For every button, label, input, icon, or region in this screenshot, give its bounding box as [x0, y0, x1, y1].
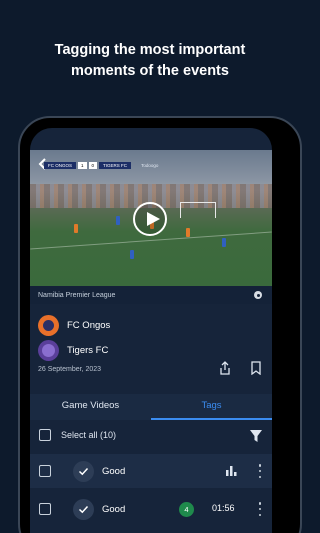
scoreboard-home-team: FC ONGOS — [44, 161, 77, 169]
scoreboard-away-team: TIGERS FC — [99, 161, 132, 169]
checkmark-icon — [73, 460, 94, 482]
league-row: Namibia Premier League — [30, 286, 272, 304]
tab-bar: Game Videos Tags — [30, 394, 272, 420]
match-teams: FC Ongos Tigers FC — [38, 314, 110, 364]
select-all-checkbox[interactable] — [39, 429, 51, 441]
tab-game-videos[interactable]: Game Videos — [30, 394, 151, 420]
more-vertical-icon[interactable] — [258, 464, 262, 478]
play-button[interactable] — [133, 202, 167, 236]
checkmark-icon — [73, 498, 94, 520]
select-all-label: Select all (10) — [61, 430, 117, 440]
select-all-row[interactable]: Select all (10) — [30, 420, 272, 450]
bookmark-icon[interactable] — [249, 361, 263, 376]
tag-label: Good — [102, 503, 126, 515]
headline-line-2: moments of the events — [71, 63, 229, 79]
item-checkbox[interactable] — [39, 503, 51, 515]
scoreboard-extra: Todoogo — [141, 162, 159, 168]
away-team-name: Tigers FC — [67, 344, 109, 356]
app-screen: FC ONGOS 1 0 TIGERS FC Todoogo Namibia P… — [30, 128, 272, 533]
soccer-ball-icon — [254, 291, 262, 299]
tag-count-badge: 4 — [179, 502, 194, 517]
scoreboard-away-score: 0 — [88, 161, 98, 169]
scoreboard-overlay: FC ONGOS 1 0 TIGERS FC Todoogo — [44, 160, 158, 170]
away-team-row: Tigers FC — [38, 339, 110, 361]
tab-tags[interactable]: Tags — [151, 394, 272, 420]
filter-icon[interactable] — [250, 430, 262, 442]
list-item[interactable]: Good 4 01:56 — [30, 492, 272, 526]
list-item[interactable]: Good — [30, 454, 272, 488]
player — [74, 224, 78, 233]
scoreboard-home-score: 1 — [78, 161, 87, 169]
goal-post — [180, 202, 216, 218]
match-date: 26 September, 2023 — [38, 366, 102, 373]
home-team-row: FC Ongos — [38, 314, 110, 336]
player — [186, 228, 190, 237]
item-checkbox[interactable] — [39, 465, 51, 477]
headline-line-1: Tagging the most important — [54, 42, 246, 58]
promo-headline: Tagging the most important moments of th… — [0, 40, 300, 82]
video-player[interactable]: FC ONGOS 1 0 TIGERS FC Todoogo — [30, 150, 272, 286]
share-icon[interactable] — [218, 361, 232, 375]
bar-chart-icon[interactable] — [226, 465, 237, 476]
tag-duration: 01:56 — [212, 503, 235, 513]
home-team-name: FC Ongos — [67, 319, 111, 331]
tigers-fc-logo — [38, 339, 59, 361]
more-vertical-icon[interactable] — [258, 502, 262, 516]
player — [130, 250, 134, 259]
tag-label: Good — [102, 465, 126, 477]
play-icon — [147, 212, 160, 226]
league-name: Namibia Premier League — [38, 291, 116, 299]
fc-ongos-logo — [38, 314, 59, 336]
player — [116, 216, 120, 225]
player — [222, 238, 226, 247]
